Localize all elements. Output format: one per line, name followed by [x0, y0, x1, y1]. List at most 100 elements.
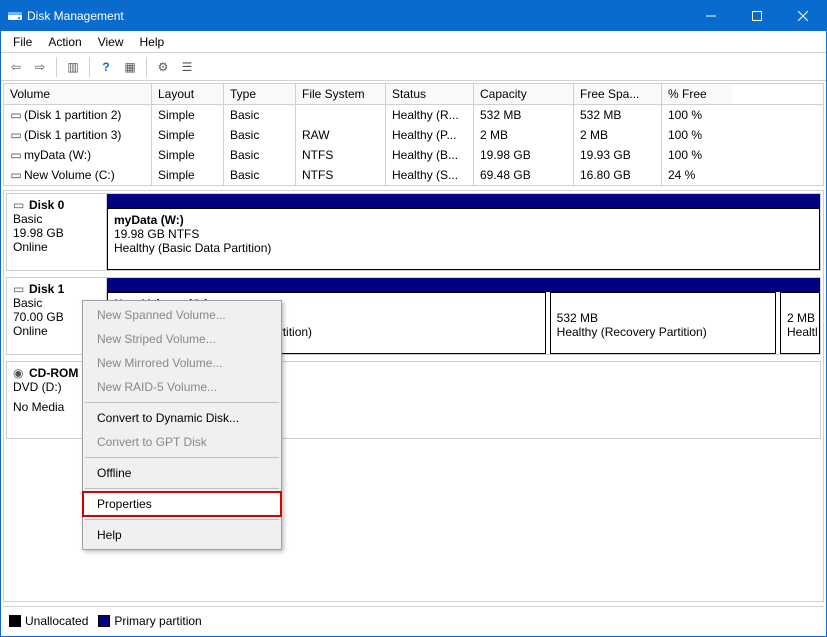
ctx-properties[interactable]: Properties [83, 492, 281, 516]
ctx-offline[interactable]: Offline [83, 461, 281, 485]
disk0-header[interactable]: ▭Disk 0 Basic 19.98 GB Online [7, 194, 107, 270]
swatch-icon [9, 615, 21, 627]
partition-status: Healthy (Basic Data Partition) [114, 241, 813, 255]
partition-box[interactable]: 532 MB Healthy (Recovery Partition) [550, 292, 776, 354]
cell: Healthy (P... [386, 125, 474, 145]
legend: Unallocated Primary partition [3, 606, 824, 634]
table-row[interactable]: ▭(Disk 1 partition 2) Simple Basic Healt… [4, 105, 823, 125]
disk-name: Disk 1 [29, 282, 64, 296]
partition-colorbar [107, 278, 820, 292]
partition-title: myData (W:) [114, 213, 813, 227]
partition-box[interactable]: myData (W:) 19.98 GB NTFS Healthy (Basic… [107, 208, 820, 270]
col-layout[interactable]: Layout [152, 84, 224, 104]
cell: NTFS [296, 165, 386, 185]
refresh-icon[interactable]: ⚙ [152, 56, 174, 78]
disk0-row: ▭Disk 0 Basic 19.98 GB Online myData (W:… [6, 193, 821, 271]
menubar: File Action View Help [1, 31, 826, 53]
cell: RAW [296, 125, 386, 145]
cell: Simple [152, 105, 224, 125]
table-row[interactable]: ▭New Volume (C:) Simple Basic NTFS Healt… [4, 165, 823, 185]
cell: 24 % [662, 165, 732, 185]
cell: Basic [224, 125, 296, 145]
disk-management-window: Disk Management File Action View Help ⇦ … [0, 0, 827, 637]
cell: 100 % [662, 145, 732, 165]
cell: 2 MB [574, 125, 662, 145]
volume-icon: ▭ [10, 108, 22, 122]
maximize-button[interactable] [734, 1, 780, 31]
disk-status: Online [13, 240, 100, 254]
cell: Basic [224, 165, 296, 185]
graphical-view: ▭Disk 0 Basic 19.98 GB Online myData (W:… [3, 190, 824, 602]
volume-list-header: Volume Layout Type File System Status Ca… [4, 84, 823, 105]
separator [85, 519, 279, 520]
cell [296, 105, 386, 125]
forward-button[interactable]: ⇨ [29, 56, 51, 78]
cell: Healthy (R... [386, 105, 474, 125]
cell: 19.93 GB [574, 145, 662, 165]
volume-list: Volume Layout Type File System Status Ca… [3, 83, 824, 186]
help-icon[interactable]: ? [95, 56, 117, 78]
cell: (Disk 1 partition 2) [24, 108, 121, 122]
cell: myData (W:) [24, 148, 91, 162]
app-icon [7, 8, 23, 24]
rescan-icon[interactable]: ☰ [176, 56, 198, 78]
cell: 532 MB [474, 105, 574, 125]
col-capacity[interactable]: Capacity [474, 84, 574, 104]
cell: 100 % [662, 125, 732, 145]
table-row[interactable]: ▭myData (W:) Simple Basic NTFS Healthy (… [4, 145, 823, 165]
cell: Healthy (S... [386, 165, 474, 185]
menu-file[interactable]: File [5, 33, 40, 51]
col-filesystem[interactable]: File System [296, 84, 386, 104]
cell: Simple [152, 125, 224, 145]
separator [85, 457, 279, 458]
cell: NTFS [296, 145, 386, 165]
col-status[interactable]: Status [386, 84, 474, 104]
partition-box[interactable]: 2 MB Healtl [780, 292, 820, 354]
ctx-convert-gpt: Convert to GPT Disk [83, 430, 281, 454]
cell: 100 % [662, 105, 732, 125]
cell: 69.48 GB [474, 165, 574, 185]
disk-type: Basic [13, 212, 100, 226]
col-volume[interactable]: Volume [4, 84, 152, 104]
cell: 2 MB [474, 125, 574, 145]
ctx-new-raid5: New RAID-5 Volume... [83, 375, 281, 399]
disk-icon: ▭ [13, 198, 27, 212]
disk1-row: ▭Disk 1 Basic 70.00 GB Online New Volume… [6, 277, 821, 355]
cell: 532 MB [574, 105, 662, 125]
context-menu: New Spanned Volume... New Striped Volume… [82, 300, 282, 550]
col-freespace[interactable]: Free Spa... [574, 84, 662, 104]
cell: Simple [152, 145, 224, 165]
col-type[interactable]: Type [224, 84, 296, 104]
separator [85, 488, 279, 489]
partition-status: Healthy (Recovery Partition) [557, 325, 769, 339]
ctx-convert-dynamic[interactable]: Convert to Dynamic Disk... [83, 406, 281, 430]
cell: (Disk 1 partition 3) [24, 128, 121, 142]
partition-size: 532 MB [557, 311, 769, 325]
menu-help[interactable]: Help [132, 33, 173, 51]
window-title: Disk Management [27, 9, 124, 23]
partition-size: 19.98 GB NTFS [114, 227, 813, 241]
table-row[interactable]: ▭(Disk 1 partition 3) Simple Basic RAW H… [4, 125, 823, 145]
disc-icon: ◉ [13, 366, 27, 380]
view-split-icon[interactable]: ▥ [62, 56, 84, 78]
partition-title [557, 297, 769, 311]
ctx-help[interactable]: Help [83, 523, 281, 547]
volume-icon: ▭ [10, 148, 22, 162]
menu-action[interactable]: Action [40, 33, 89, 51]
partition-title [787, 297, 813, 311]
col-percentfree[interactable]: % Free [662, 84, 732, 104]
back-button[interactable]: ⇦ [5, 56, 27, 78]
minimize-button[interactable] [688, 1, 734, 31]
titlebar: Disk Management [1, 1, 826, 31]
cell: Basic [224, 105, 296, 125]
settings-icon[interactable]: ▦ [119, 56, 141, 78]
menu-view[interactable]: View [90, 33, 132, 51]
cell: New Volume (C:) [24, 168, 115, 182]
ctx-new-mirrored: New Mirrored Volume... [83, 351, 281, 375]
ctx-new-striped: New Striped Volume... [83, 327, 281, 351]
cell: 19.98 GB [474, 145, 574, 165]
close-button[interactable] [780, 1, 826, 31]
disk-name: Disk 0 [29, 198, 64, 212]
toolbar: ⇦ ⇨ ▥ ? ▦ ⚙ ☰ [1, 53, 826, 81]
volume-icon: ▭ [10, 168, 22, 182]
